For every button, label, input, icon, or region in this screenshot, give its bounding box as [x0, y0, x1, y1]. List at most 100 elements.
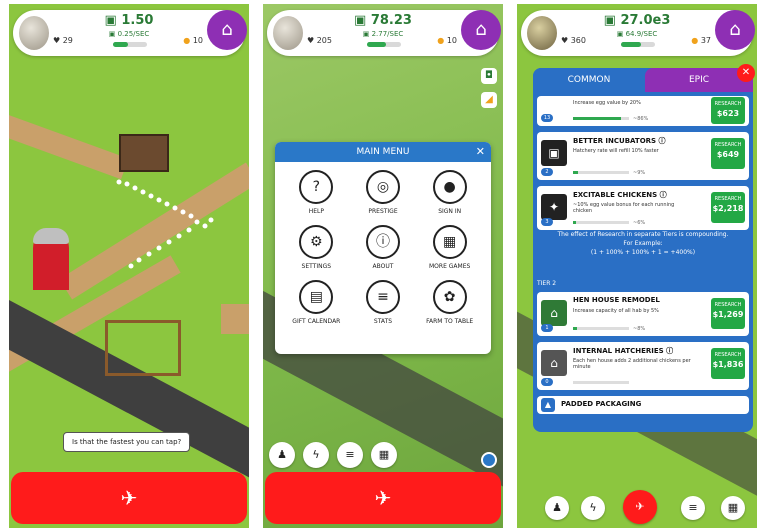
info-icon[interactable]: ⓘ: [659, 137, 666, 145]
cash-value: 27.0e3: [620, 13, 671, 28]
research-progress-fill: [573, 117, 622, 120]
menu-item-more-games[interactable]: ▦ MORE GAMES: [416, 225, 483, 270]
menu-item-help[interactable]: ? HELP: [283, 170, 350, 215]
stats-icon: ≡: [365, 280, 400, 314]
chicken-icon: ✈: [635, 500, 645, 513]
tier-label: TIER 2: [537, 280, 557, 287]
boost-lightning-icon[interactable]: ϟ: [581, 496, 605, 520]
notification-icon[interactable]: ◢: [481, 92, 497, 108]
menu-item-label: ABOUT: [372, 263, 394, 270]
research-button[interactable]: RESEARCH $1,836: [711, 348, 745, 379]
menu-item-gift-calendar[interactable]: ▤ GIFT CALENDAR: [283, 280, 350, 325]
main-menu-title: MAIN MENU: [356, 147, 410, 157]
top-status-bar: ♥ 29 ▣ 1.50 ▣ 0.25/SEC ● 10 ⌂: [13, 10, 247, 56]
dirt-path: [9, 110, 129, 180]
research-cost: $649: [716, 150, 740, 159]
research-button-label: RESEARCH: [714, 302, 742, 308]
research-flask-icon[interactable]: ♟: [545, 496, 569, 520]
research-info-note: The effect of Research in separate Tiers…: [547, 230, 739, 257]
research-level: 13: [541, 114, 553, 122]
research-progress-fill: [573, 221, 577, 224]
list-icon[interactable]: ≡: [681, 496, 705, 520]
menu-item-farm-to-table[interactable]: ✿ FARM TO TABLE: [416, 280, 483, 325]
research-progress: [573, 221, 629, 224]
rate-value: 0.25/SEC: [117, 30, 150, 38]
research-progress: [573, 171, 629, 174]
list-icon[interactable]: ≡: [337, 442, 363, 468]
shop-icon[interactable]: ⌂: [715, 10, 755, 50]
hatch-chicken-button[interactable]: ✈: [623, 490, 657, 524]
shop-icon[interactable]: ⌂: [461, 10, 501, 50]
research-progress: [573, 327, 629, 330]
info-icon[interactable]: ⓘ: [666, 347, 673, 355]
farm-to-table-icon: ✿: [432, 280, 467, 314]
research-title: PADDED PACKAGING: [561, 400, 642, 408]
hatch-chicken-button[interactable]: ✈: [265, 472, 501, 524]
research-title: BETTER INCUBATORS ⓘ: [573, 136, 666, 146]
gem-value: 10: [446, 36, 457, 45]
close-icon[interactable]: ✕: [476, 142, 485, 162]
sign-in-icon: ●: [432, 170, 467, 204]
menu-item-about[interactable]: ⓘ ABOUT: [350, 225, 417, 270]
hatch-chicken-button[interactable]: ✈: [11, 472, 247, 524]
menu-item-sign-in[interactable]: ● SIGN IN: [416, 170, 483, 215]
hatchery-bar-fill: [367, 42, 386, 47]
boost-icon[interactable]: ◘: [481, 68, 497, 84]
menu-grid-icon[interactable]: ▦: [721, 496, 745, 520]
research-level: 1: [541, 324, 553, 332]
research-title-text: BETTER INCUBATORS: [573, 137, 657, 145]
tutorial-speech-bubble: Is that the fastest you can tap?: [63, 432, 191, 452]
research-desc: Hatchery rate will refill 10% faster: [573, 148, 659, 154]
hen-house-icon: ⌂: [541, 300, 567, 326]
main-menu-grid: ? HELP ◎ PRESTIGE ● SIGN IN ⚙ SETTINGS ⓘ ABOU…: [283, 170, 483, 325]
hatchery-bar-fill: [113, 42, 129, 47]
research-percent: ~86%: [633, 116, 649, 122]
research-button[interactable]: RESEARCH $623: [711, 97, 745, 124]
research-progress: [573, 381, 629, 384]
top-status-bar: ♥ 360 ▣ 27.0e3 ▣ 64.9/SEC ● 37 ⌂: [521, 10, 755, 56]
menu-item-prestige[interactable]: ◎ PRESTIGE: [350, 170, 417, 215]
research-title: INTERNAL HATCHERIES ⓘ: [573, 346, 673, 356]
research-desc: Each hen house adds 2 additional chicken…: [573, 358, 691, 370]
research-title: EXCITABLE CHICKENS ⓘ: [573, 190, 667, 200]
research-button[interactable]: RESEARCH $1,269: [711, 298, 745, 329]
research-button[interactable]: RESEARCH $2,218: [711, 192, 745, 223]
menu-item-settings[interactable]: ⚙ SETTINGS: [283, 225, 350, 270]
video-ad-icon[interactable]: [481, 452, 497, 468]
package-icon: ▲: [541, 398, 555, 412]
info-icon[interactable]: ⓘ: [660, 191, 667, 199]
fence-pen: [105, 320, 181, 376]
info-line: (1 + 100% + 100% + 1 = +400%): [590, 249, 696, 256]
menu-item-label: HELP: [308, 208, 324, 215]
info-icon: ⓘ: [365, 225, 400, 259]
shop-icon[interactable]: ⌂: [207, 10, 247, 50]
research-cost: $1,836: [712, 360, 744, 369]
research-level: 2: [541, 168, 553, 176]
research-button-label: RESEARCH: [714, 196, 742, 202]
menu-item-label: FARM TO TABLE: [426, 318, 474, 325]
menu-item-stats[interactable]: ≡ STATS: [350, 280, 417, 325]
gem-counter: ● 10: [183, 36, 203, 45]
research-title-text: INTERNAL HATCHERIES: [573, 347, 664, 355]
menu-item-label: SETTINGS: [301, 263, 332, 270]
barn-corner: [221, 304, 249, 334]
research-progress-fill: [573, 171, 579, 174]
research-button-label: RESEARCH: [714, 101, 742, 107]
settings-icon: ⚙: [299, 225, 334, 259]
close-icon[interactable]: ✕: [737, 64, 755, 82]
research-flask-icon[interactable]: ♟: [269, 442, 295, 468]
calendar-icon: ▤: [299, 280, 334, 314]
gem-value: 10: [192, 36, 203, 45]
rate-value: 2.77/SEC: [371, 30, 404, 38]
research-percent: ~8%: [633, 326, 646, 332]
menu-item-label: MORE GAMES: [429, 263, 471, 270]
tab-common[interactable]: COMMON: [533, 68, 645, 92]
chicken-silhouette-icon: ✦: [541, 194, 567, 220]
research-button[interactable]: RESEARCH $649: [711, 138, 745, 169]
research-level: 0: [541, 378, 553, 386]
research-cost: $623: [716, 109, 740, 118]
boost-lightning-icon[interactable]: ϟ: [303, 442, 329, 468]
chicken-icon: ✈: [374, 486, 392, 510]
menu-grid-icon[interactable]: ▦: [371, 442, 397, 468]
silo-roof: [33, 228, 69, 244]
